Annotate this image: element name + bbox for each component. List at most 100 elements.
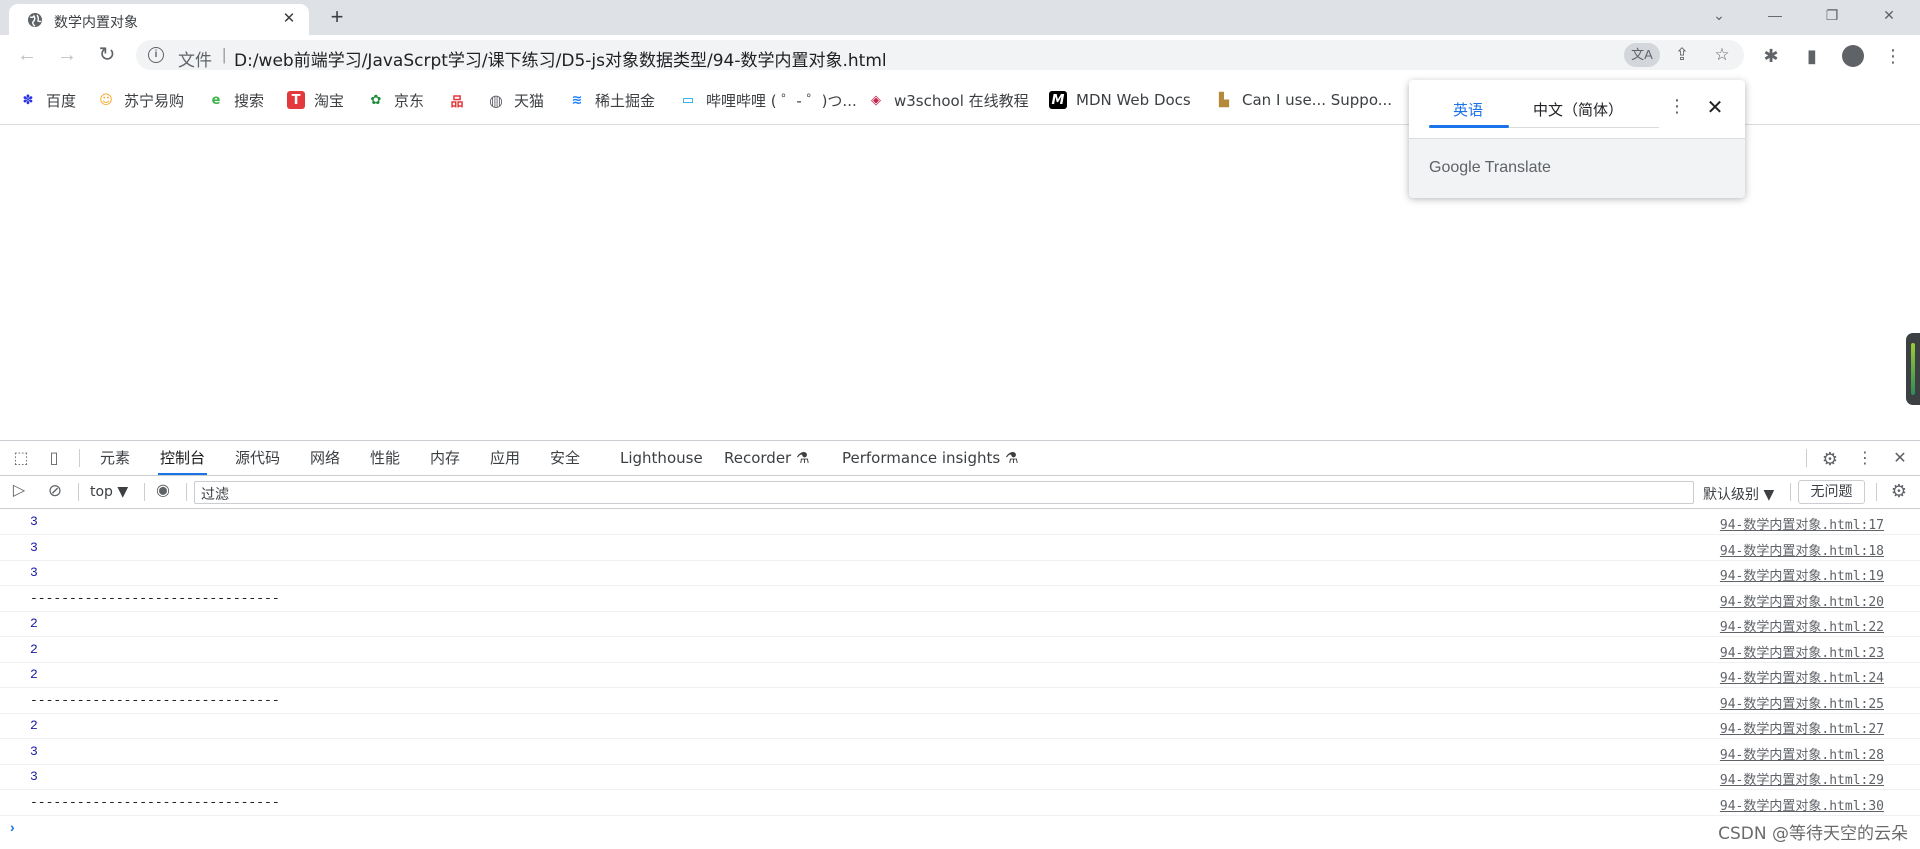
share-icon[interactable]: ⇪ bbox=[1670, 43, 1694, 67]
tab-search-icon[interactable]: ⌄ bbox=[1696, 0, 1742, 30]
divider bbox=[1790, 483, 1791, 501]
back-button[interactable]: ← bbox=[13, 41, 41, 69]
tab-console[interactable]: 控制台 bbox=[157, 441, 208, 475]
bookmark-caniuse[interactable]: ▙ Can I use... Suppo... bbox=[1215, 90, 1392, 110]
w3school-icon: ◈ bbox=[871, 92, 881, 108]
bookmark-star-icon[interactable]: ☆ bbox=[1710, 43, 1734, 67]
log-source-link[interactable]: 94-数学内置对象.html:20 bbox=[1720, 591, 1884, 610]
console-prompt-icon[interactable]: › bbox=[10, 819, 15, 835]
bookmark-jd[interactable]: ✿ 京东 bbox=[367, 90, 424, 110]
chrome-menu-icon[interactable]: ⋮ bbox=[1880, 43, 1906, 69]
forward-button[interactable]: → bbox=[53, 41, 81, 69]
log-message: 3 bbox=[30, 539, 38, 555]
tab-application[interactable]: 应用 bbox=[490, 441, 520, 475]
log-source-link[interactable]: 94-数学内置对象.html:23 bbox=[1720, 642, 1884, 661]
divider bbox=[78, 483, 79, 501]
close-window-button[interactable]: ✕ bbox=[1866, 0, 1912, 30]
tab-security[interactable]: 安全 bbox=[550, 441, 580, 475]
side-handle[interactable] bbox=[1906, 333, 1920, 405]
bookmark-search[interactable]: e 搜索 bbox=[207, 90, 264, 110]
avatar-icon bbox=[1842, 45, 1864, 67]
bookmark-label: 京东 bbox=[394, 91, 425, 110]
console-log-row: 2 94-数学内置对象.html:24 bbox=[0, 662, 1920, 688]
browser-tab[interactable]: 数学内置对象 ✕ bbox=[9, 4, 309, 35]
translate-close-icon[interactable]: ✕ bbox=[1705, 95, 1725, 120]
tab-performance-insights[interactable]: Performance insights ⚗ bbox=[842, 441, 1018, 475]
browser-toolbar: ← → ↻ i 文件 | D:/web前端学习/JavaScrpt学习/课下练习… bbox=[0, 35, 1920, 76]
log-source-link[interactable]: 94-数学内置对象.html:19 bbox=[1720, 565, 1884, 584]
live-expression-eye-icon[interactable]: ◉ bbox=[152, 480, 174, 502]
clear-console-icon[interactable]: ⊘ bbox=[44, 480, 66, 502]
translate-lang-tabs: 英语 中文（简体） ⋮ ✕ bbox=[1409, 80, 1745, 138]
address-bar[interactable]: i 文件 | D:/web前端学习/JavaScrpt学习/课下练习/D5-js… bbox=[136, 40, 1744, 71]
target-language-tab[interactable]: 中文（简体） bbox=[1533, 99, 1623, 120]
log-source-link[interactable]: 94-数学内置对象.html:17 bbox=[1720, 514, 1884, 533]
tab-close-icon[interactable]: ✕ bbox=[279, 9, 299, 29]
bookmark-grid[interactable]: 品 bbox=[448, 90, 475, 110]
bookmark-taobao[interactable]: T 淘宝 bbox=[287, 90, 344, 110]
log-source-link[interactable]: 94-数学内置对象.html:22 bbox=[1720, 616, 1884, 635]
new-tab-button[interactable]: + bbox=[325, 6, 349, 30]
tab-memory[interactable]: 内存 bbox=[430, 441, 460, 475]
reload-button[interactable]: ↻ bbox=[93, 41, 121, 69]
minimize-button[interactable]: — bbox=[1752, 0, 1798, 30]
console-log-area: 3 94-数学内置对象.html:17 3 94-数学内置对象.html:18 3 94-… bbox=[0, 509, 1920, 834]
bookmark-juejin[interactable]: ≋ 稀土掘金 bbox=[568, 90, 655, 110]
inspect-element-icon[interactable]: ⬚ bbox=[10, 448, 32, 470]
device-toolbar-icon[interactable]: ▯ bbox=[43, 448, 65, 470]
bookmark-bilibili[interactable]: ▭ 哔哩哔哩 ( ゜- ゜)つ... bbox=[679, 90, 857, 110]
devtools-menu-icon[interactable]: ⋮ bbox=[1854, 448, 1876, 470]
site-info-icon[interactable]: i bbox=[148, 47, 164, 63]
restore-button[interactable]: ❐ bbox=[1809, 0, 1855, 30]
console-log-row: 3 94-数学内置对象.html:18 bbox=[0, 535, 1920, 561]
context-selector[interactable]: top ▼ bbox=[90, 484, 128, 500]
console-toolbar: ▷ ⊘ top ▼ ◉ 过滤 默认级别 ▼ 无问题 ⚙ bbox=[0, 476, 1920, 509]
grid-icon: 品 bbox=[450, 94, 464, 110]
log-message: -------------------------------- bbox=[30, 692, 280, 708]
tab-lighthouse[interactable]: Lighthouse bbox=[620, 441, 703, 475]
log-source-link[interactable]: 94-数学内置对象.html:24 bbox=[1720, 667, 1884, 686]
bookmark-suning[interactable]: ☺ 苏宁易购 bbox=[97, 90, 184, 110]
extensions-icon[interactable]: ✱ bbox=[1758, 43, 1784, 69]
tab-elements[interactable]: 元素 bbox=[100, 441, 130, 475]
log-source-link[interactable]: 94-数学内置对象.html:29 bbox=[1720, 769, 1884, 788]
juejin-icon: ≋ bbox=[571, 92, 583, 108]
console-settings-icon[interactable]: ⚙ bbox=[1888, 480, 1910, 502]
log-source-link[interactable]: 94-数学内置对象.html:27 bbox=[1720, 718, 1884, 737]
source-language-tab[interactable]: 英语 bbox=[1453, 99, 1483, 120]
side-panel-icon[interactable]: ▮ bbox=[1799, 43, 1825, 69]
divider bbox=[144, 483, 145, 501]
translate-popup: 英语 中文（简体） ⋮ ✕ Google Translate bbox=[1409, 80, 1745, 198]
console-sidebar-icon[interactable]: ▷ bbox=[8, 480, 30, 502]
bookmark-label: 淘宝 bbox=[314, 91, 345, 110]
tab-network[interactable]: 网络 bbox=[310, 441, 340, 475]
console-filter-input[interactable]: 过滤 bbox=[194, 481, 1694, 504]
issues-button[interactable]: 无问题 bbox=[1798, 480, 1865, 504]
bookmark-baidu[interactable]: ✽ 百度 bbox=[19, 90, 76, 110]
tab-recorder[interactable]: Recorder ⚗ bbox=[724, 441, 809, 475]
active-tab-indicator bbox=[1429, 125, 1509, 128]
log-source-link[interactable]: 94-数学内置对象.html:30 bbox=[1720, 795, 1884, 814]
log-level-dropdown[interactable]: 默认级别 ▼ bbox=[1703, 484, 1774, 504]
profile-avatar[interactable] bbox=[1840, 43, 1866, 69]
tab-sources[interactable]: 源代码 bbox=[235, 441, 280, 475]
log-source-link[interactable]: 94-数学内置对象.html:25 bbox=[1720, 693, 1884, 712]
url-text[interactable]: D:/web前端学习/JavaScrpt学习/课下练习/D5-js对象数据类型/… bbox=[234, 46, 887, 71]
bookmark-tmall[interactable]: ◍ 天猫 bbox=[487, 90, 544, 110]
tab-performance[interactable]: 性能 bbox=[370, 441, 400, 475]
devtools-close-icon[interactable]: ✕ bbox=[1889, 448, 1911, 470]
log-source-link[interactable]: 94-数学内置对象.html:18 bbox=[1720, 540, 1884, 559]
log-source-link[interactable]: 94-数学内置对象.html:28 bbox=[1720, 744, 1884, 763]
log-message: 3 bbox=[30, 514, 38, 529]
translate-icon[interactable]: 文A bbox=[1624, 43, 1660, 67]
bookmark-mdn[interactable]: M MDN Web Docs bbox=[1049, 90, 1191, 110]
bookmark-label: 天猫 bbox=[514, 91, 545, 110]
file-scheme-label: 文件 bbox=[178, 51, 212, 71]
divider bbox=[79, 449, 80, 467]
console-log-row: 3 94-数学内置对象.html:17 bbox=[0, 509, 1920, 535]
bookmark-label: 哔哩哔哩 ( ゜- ゜)つ... bbox=[706, 91, 857, 110]
settings-gear-icon[interactable]: ⚙ bbox=[1819, 448, 1841, 470]
log-message: 2 bbox=[30, 641, 38, 657]
bookmark-w3school[interactable]: ◈ w3school 在线教程 bbox=[867, 90, 1029, 110]
translate-options-icon[interactable]: ⋮ bbox=[1667, 96, 1687, 117]
